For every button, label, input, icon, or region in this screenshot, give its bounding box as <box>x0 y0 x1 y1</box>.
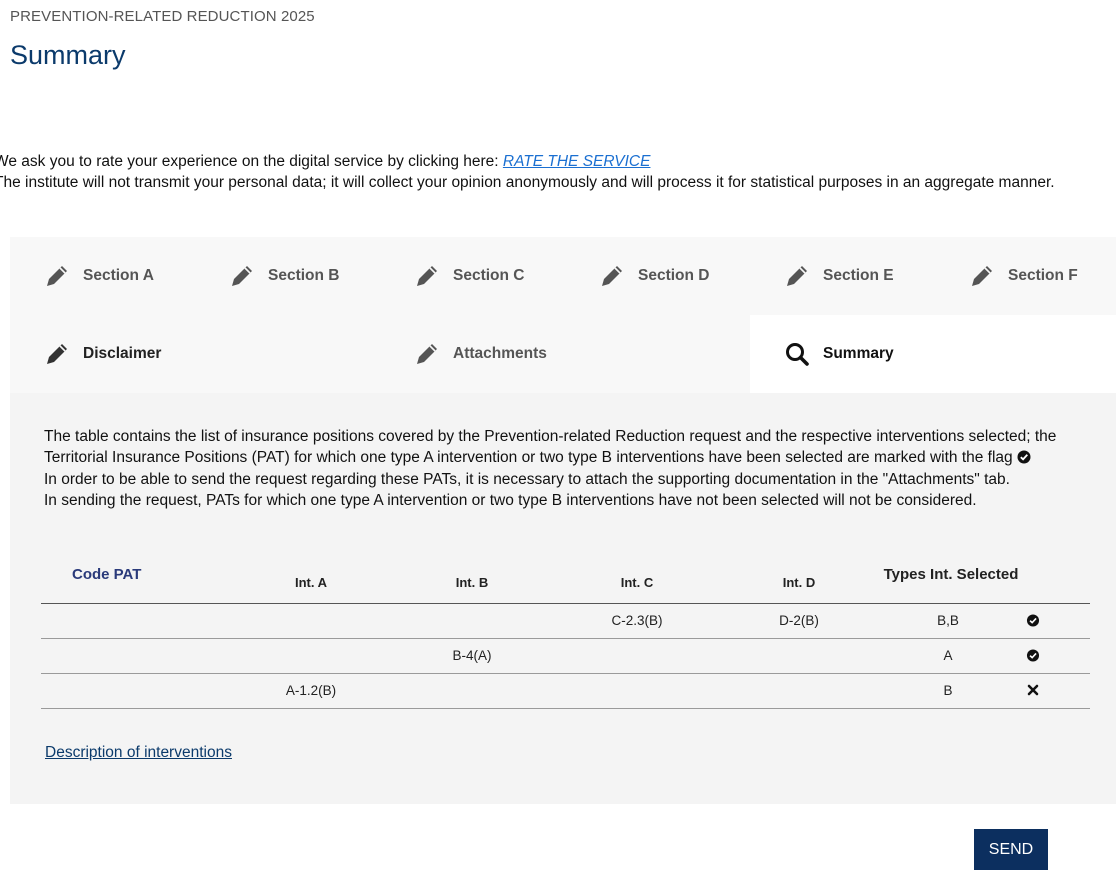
pencil-icon <box>414 341 440 367</box>
intro-line-3: In sending the request, PATs for which o… <box>44 491 977 509</box>
table-header: Code PAT Int. A Int. B Int. C Int. D Typ… <box>41 559 1090 604</box>
header-types-selected: Types Int. Selected <box>883 566 1019 583</box>
rating-notice: We ask you to rate your experience on th… <box>0 151 1055 193</box>
page-title: Summary <box>10 40 126 70</box>
rating-text: We ask you to rate your experience on th… <box>0 153 503 170</box>
cell-types: B <box>943 683 953 698</box>
tab-label: Section A <box>83 267 154 284</box>
tab-section-c[interactable]: Section C <box>414 237 524 315</box>
tab-label: Summary <box>823 345 894 362</box>
form-panel: Section A Section B Section C Section D … <box>10 237 1116 804</box>
pencil-icon <box>44 263 70 289</box>
tab-label: Section B <box>268 267 340 284</box>
tab-section-f[interactable]: Section F <box>969 237 1078 315</box>
rate-service-link[interactable]: RATE THE SERVICE <box>503 153 651 170</box>
tab-label: Section F <box>1008 267 1078 284</box>
page-overline: PREVENTION-RELATED REDUCTION 2025 <box>10 8 315 25</box>
table-row: B-4(A) A <box>41 639 1090 674</box>
header-int-d: Int. D <box>782 575 816 590</box>
tab-label: Attachments <box>453 345 547 362</box>
tab-row-sections: Section A Section B Section C Section D … <box>10 237 1116 315</box>
tab-section-b[interactable]: Section B <box>229 237 339 315</box>
tab-attachments[interactable]: Attachments <box>414 315 547 393</box>
pencil-icon <box>44 341 70 367</box>
rating-line-1: We ask you to rate your experience on th… <box>0 151 1055 172</box>
tab-section-e[interactable]: Section E <box>784 237 894 315</box>
rating-line-2: The institute will not transmit your per… <box>0 174 1055 191</box>
tab-section-a[interactable]: Section A <box>44 237 154 315</box>
intro-line-1: The table contains the list of insurance… <box>44 428 1057 466</box>
pencil-icon <box>229 263 255 289</box>
pencil-icon <box>414 263 440 289</box>
pencil-icon <box>784 263 810 289</box>
cell-int-c: C-2.3(B) <box>611 613 663 628</box>
tab-label: Section D <box>638 267 710 284</box>
check-circle-icon <box>1026 649 1040 665</box>
intro-line-2: In order to be able to send the request … <box>44 471 1010 488</box>
pencil-icon <box>969 263 995 289</box>
summary-intro: The table contains the list of insurance… <box>44 427 1094 511</box>
search-icon <box>784 341 810 367</box>
header-int-b: Int. B <box>455 575 489 590</box>
tab-disclaimer[interactable]: Disclaimer <box>44 315 161 393</box>
intro-paragraph: The table contains the list of insurance… <box>44 427 1094 470</box>
tab-summary[interactable]: Summary <box>750 315 1116 393</box>
tab-label: Disclaimer <box>83 345 162 362</box>
tab-label: Section C <box>453 267 525 284</box>
cell-types: B,B <box>937 613 959 628</box>
check-circle-icon <box>1017 450 1031 471</box>
cell-int-a: A-1.2(B) <box>285 683 337 698</box>
description-of-interventions-link[interactable]: Description of interventions <box>45 744 232 762</box>
send-button[interactable]: SEND <box>974 829 1048 870</box>
header-code-pat: Code PAT <box>72 566 142 583</box>
check-circle-icon <box>1026 614 1040 630</box>
cell-int-d: D-2(B) <box>779 613 819 628</box>
tab-section-d[interactable]: Section D <box>599 237 709 315</box>
header-int-a: Int. A <box>294 575 328 590</box>
cell-int-b: B-4(A) <box>452 648 492 663</box>
pencil-icon <box>599 263 625 289</box>
summary-table: Code PAT Int. A Int. B Int. C Int. D Typ… <box>41 559 1090 709</box>
table-row: A-1.2(B) B <box>41 674 1090 709</box>
tab-label: Section E <box>823 267 894 284</box>
x-mark-icon <box>1027 684 1039 699</box>
table-row: C-2.3(B) D-2(B) B,B <box>41 604 1090 639</box>
cell-types: A <box>943 648 953 663</box>
header-int-c: Int. C <box>620 575 654 590</box>
tab-row-final: Disclaimer Attachments Summary <box>10 315 1116 393</box>
